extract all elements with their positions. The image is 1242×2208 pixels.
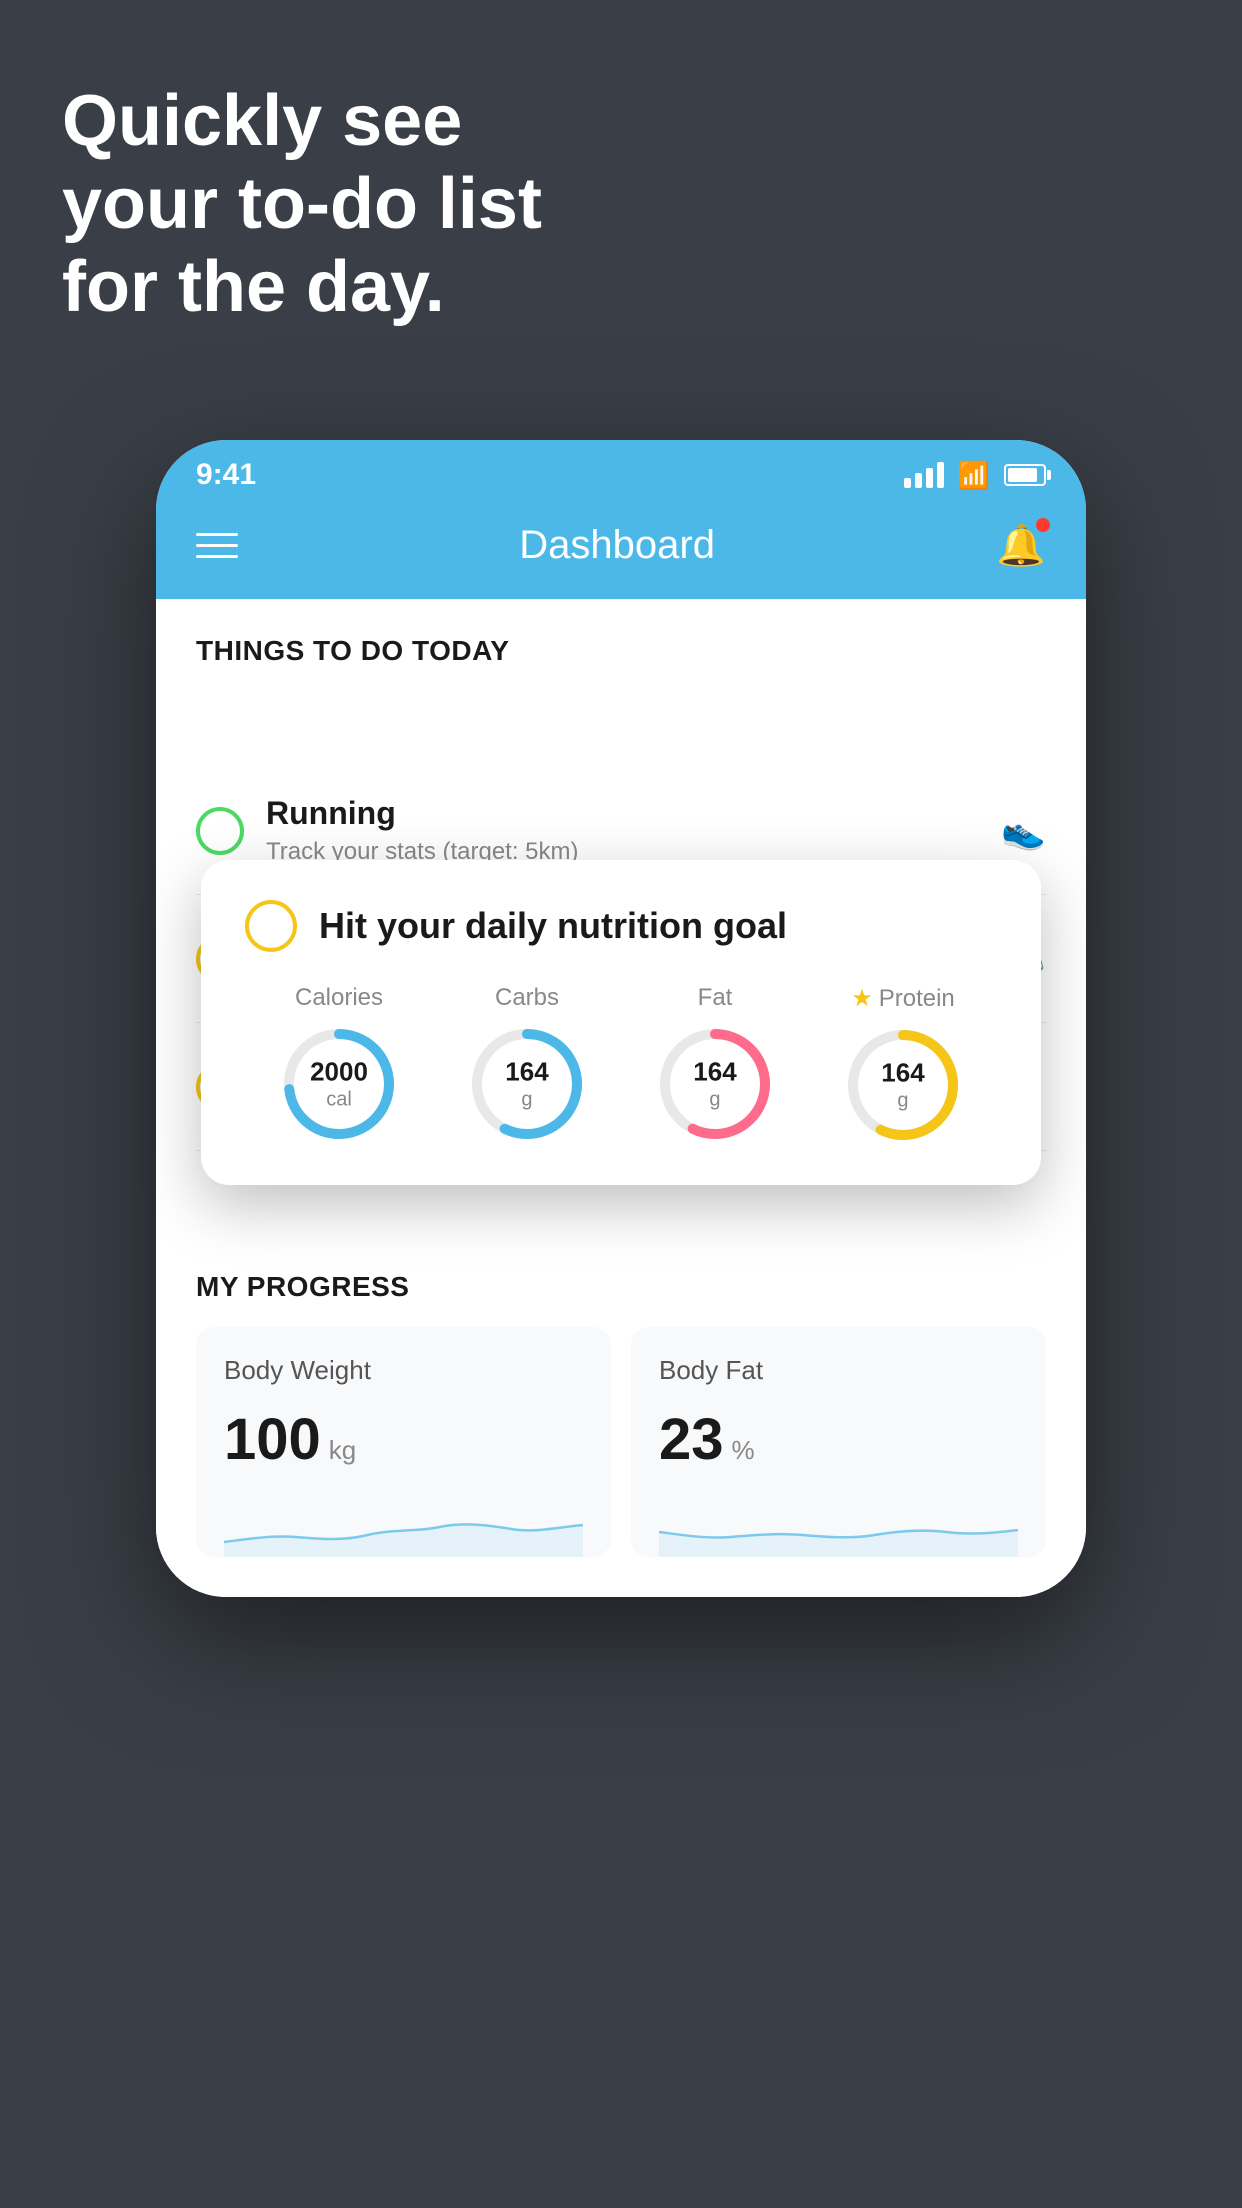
protein-donut: 164 g [843,1025,963,1145]
progress-card-weight[interactable]: Body Weight 100 kg [196,1327,611,1557]
protein-value: 164 [881,1057,924,1088]
things-to-do-heading: THINGS TO DO TODAY [156,599,1086,687]
body-fat-value: 23 [659,1406,724,1473]
todo-text-running: Running Track your stats (target: 5km) [266,795,979,866]
carbs-value: 164 [505,1056,548,1087]
body-weight-chart [224,1497,583,1557]
app-bar: Dashboard 🔔 [156,502,1086,599]
progress-heading: MY PROGRESS [196,1271,1046,1303]
macro-carbs: Carbs 164 g [467,984,587,1144]
fat-label: Fat [698,984,733,1012]
wifi-icon: 📶 [958,460,990,491]
todo-title-running: Running [266,795,979,832]
running-icon: 👟 [1001,810,1046,852]
notification-dot [1036,518,1050,532]
star-icon: ★ [851,984,873,1013]
menu-button[interactable] [196,533,238,558]
body-weight-unit: kg [329,1435,356,1466]
signal-icon [904,462,944,488]
body-fat-label: Body Fat [659,1355,1018,1386]
macro-calories: Calories 2000 cal [279,984,399,1144]
progress-cards: Body Weight 100 kg Body Fat [196,1327,1046,1597]
macro-fat: Fat 164 g [655,984,775,1144]
status-bar: 9:41 📶 [156,440,1086,502]
body-weight-label: Body Weight [224,1355,583,1386]
status-time: 9:41 [196,458,256,492]
hero-heading: Quickly see your to-do list for the day. [62,80,542,328]
notification-button[interactable]: 🔔 [996,522,1046,569]
carbs-donut: 164 g [467,1024,587,1144]
protein-label: ★ Protein [851,984,955,1013]
battery-icon [1004,464,1046,486]
fat-value: 164 [693,1056,736,1087]
body-fat-value-row: 23 % [659,1406,1018,1473]
calories-unit: cal [310,1088,368,1112]
nutrition-card-title: Hit your daily nutrition goal [319,905,787,947]
todo-circle-running [196,807,244,855]
nutrition-checkbox[interactable] [245,900,297,952]
nutrition-card-spacer [156,687,1086,747]
body-fat-chart [659,1497,1018,1557]
macros-row: Calories 2000 cal Carbs [245,984,997,1145]
body-fat-unit: % [732,1435,755,1466]
calories-value: 2000 [310,1056,368,1087]
fat-donut: 164 g [655,1024,775,1144]
calories-donut: 2000 cal [279,1024,399,1144]
body-weight-value-row: 100 kg [224,1406,583,1473]
card-title-row: Hit your daily nutrition goal [245,900,997,952]
carbs-unit: g [505,1088,548,1112]
body-weight-value: 100 [224,1406,321,1473]
status-icons: 📶 [904,460,1046,491]
fat-unit: g [693,1088,736,1112]
nutrition-floating-card: Hit your daily nutrition goal Calories 2… [201,860,1041,1185]
progress-card-fat[interactable]: Body Fat 23 % [631,1327,1046,1557]
carbs-label: Carbs [495,984,559,1012]
macro-protein: ★ Protein 164 g [843,984,963,1145]
progress-section: MY PROGRESS Body Weight 100 kg [156,1231,1086,1597]
app-bar-title: Dashboard [519,523,715,568]
calories-label: Calories [295,984,383,1012]
protein-unit: g [881,1089,924,1113]
